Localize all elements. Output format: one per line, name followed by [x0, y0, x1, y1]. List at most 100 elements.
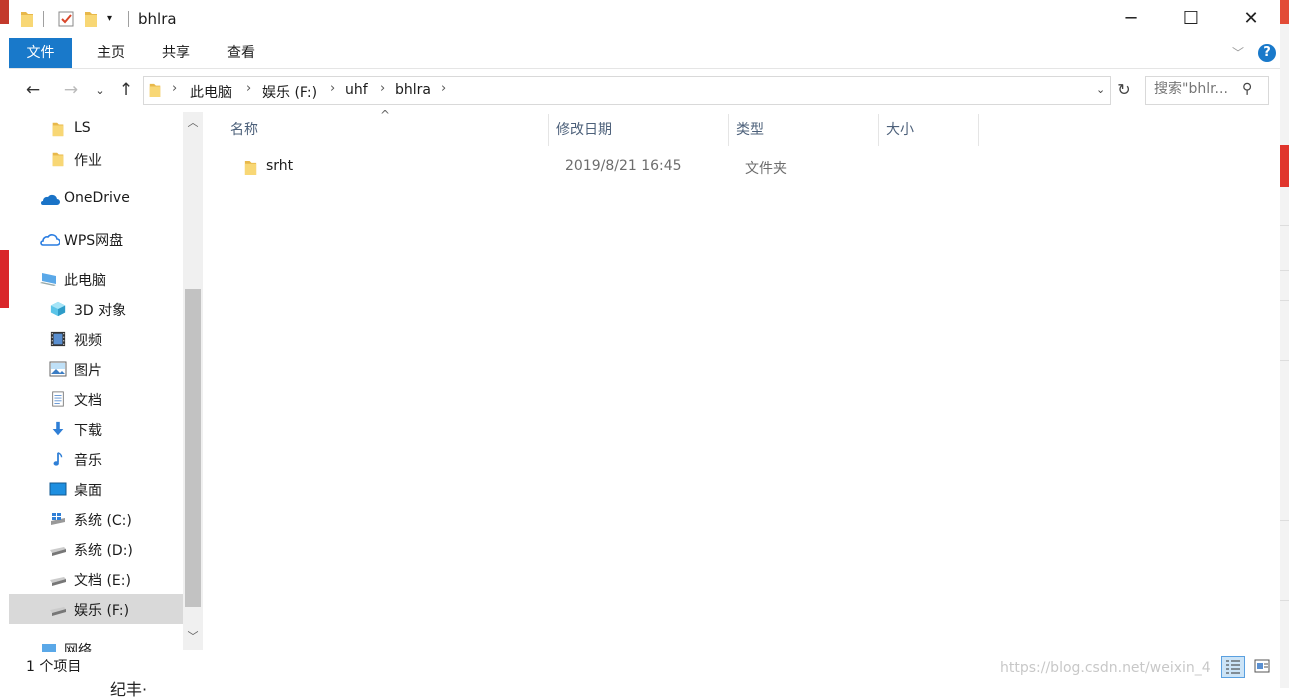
folder-icon [244, 160, 257, 175]
nav-item-this-pc[interactable]: 此电脑 [9, 264, 183, 294]
nav-item-drive-c[interactable]: 系统 (C:) [9, 504, 183, 534]
column-header-name[interactable]: 名称 [230, 112, 258, 146]
search-icon[interactable]: ⚲ [1242, 81, 1252, 97]
drive-icon [50, 547, 66, 556]
nav-item-wps-cloud[interactable]: WPS网盘 [9, 224, 183, 254]
file-type: 文件夹 [745, 161, 787, 177]
breadcrumb-this-pc[interactable]: 此电脑 [190, 82, 232, 102]
folder-icon [21, 12, 33, 27]
nav-item-documents[interactable]: 文档 [9, 384, 183, 414]
new-folder-icon[interactable] [83, 10, 99, 28]
wps-cloud-icon [40, 234, 60, 246]
nav-item-label: 文档 (E:) [74, 573, 131, 589]
refresh-icon[interactable]: ↻ [1113, 76, 1135, 103]
nav-item-label: 系统 (C:) [74, 513, 132, 529]
tab-view[interactable]: 查看 [217, 38, 265, 68]
column-header-size[interactable]: 大小 [886, 112, 914, 146]
back-arrow-icon[interactable]: ← [23, 80, 43, 100]
nav-item-label: 作业 [74, 153, 102, 169]
folder-icon [52, 122, 64, 137]
maximize-button[interactable]: ☐ [1161, 0, 1221, 38]
forward-arrow-icon[interactable]: → [61, 80, 81, 100]
nav-item-drive-f[interactable]: 娱乐 (F:) [9, 594, 183, 624]
details-view-icon [1226, 660, 1240, 674]
address-history-chevron-icon[interactable]: ⌄ [1096, 83, 1105, 96]
search-box[interactable]: ⚲ [1145, 76, 1269, 105]
nav-item-pictures[interactable]: 图片 [9, 354, 183, 384]
tab-home[interactable]: 主页 [87, 38, 135, 68]
watermark: https://blog.csdn.net/weixin_4 [1000, 660, 1211, 676]
search-input[interactable] [1154, 81, 1242, 97]
nav-item-label: 视频 [74, 333, 102, 349]
up-arrow-icon[interactable]: ↑ [116, 80, 136, 100]
file-name: srht [266, 158, 294, 174]
breadcrumb-bhlra[interactable]: bhlra [395, 82, 431, 98]
large-icons-view-button[interactable] [1251, 656, 1273, 676]
nav-item-homework[interactable]: 作业 [9, 144, 183, 174]
breadcrumb-separator-icon[interactable]: › [172, 81, 177, 96]
drive-icon [50, 577, 66, 586]
onedrive-icon [41, 194, 60, 205]
scroll-up-chevron-icon[interactable]: ︿ [183, 114, 203, 134]
tab-file[interactable]: 文件 [9, 38, 72, 68]
nav-item-ls[interactable]: LS [9, 114, 183, 144]
expand-ribbon-chevron-icon[interactable]: ﹀ [1232, 44, 1248, 60]
nav-item-onedrive[interactable]: OneDrive [9, 184, 183, 214]
details-view-button[interactable] [1221, 656, 1245, 678]
nav-item-music[interactable]: 音乐 [9, 444, 183, 474]
file-modified: 2019/8/21 16:45 [565, 158, 682, 174]
nav-item-label: 文档 [74, 393, 102, 409]
column-header-type[interactable]: 类型 [736, 112, 764, 146]
folder-icon [52, 152, 64, 167]
breadcrumb-separator-icon[interactable]: › [246, 81, 251, 96]
ribbon-tabs: 文件 主页 共享 查看 ﹀ ? [9, 38, 1280, 69]
nav-item-network[interactable]: 网络 [9, 634, 183, 652]
scrollbar-thumb[interactable] [185, 289, 201, 607]
breadcrumb-drive-f[interactable]: 娱乐 (F:) [262, 82, 317, 102]
folder-icon [149, 83, 161, 97]
nav-item-label: WPS网盘 [64, 233, 124, 249]
breadcrumb-separator-icon[interactable]: › [380, 81, 385, 96]
music-icon [53, 452, 63, 466]
navigation-pane-scrollbar[interactable]: ︿ ﹀ [183, 112, 203, 650]
navigation-bar: ← → ⌄ ↑ › 此电脑 › 娱乐 (F:) › uhf › bhlra › … [9, 70, 1280, 110]
help-icon[interactable]: ? [1258, 44, 1276, 62]
breadcrumb-separator-icon[interactable]: › [441, 81, 446, 96]
address-bar[interactable]: › 此电脑 › 娱乐 (F:) › uhf › bhlra › ⌄ [143, 76, 1111, 105]
column-header-modified[interactable]: 修改日期 [556, 112, 612, 146]
pictures-icon [49, 361, 67, 377]
desktop-icon [49, 482, 67, 496]
nav-item-videos[interactable]: 视频 [9, 324, 183, 354]
nav-item-label: 桌面 [74, 483, 102, 499]
minimize-button[interactable]: ─ [1101, 0, 1161, 38]
background-text: 纪丰· [110, 680, 148, 699]
nav-item-3d-objects[interactable]: 3D 对象 [9, 294, 183, 324]
tab-share[interactable]: 共享 [152, 38, 200, 68]
scroll-down-chevron-icon[interactable]: ﹀ [183, 628, 203, 648]
nav-item-desktop[interactable]: 桌面 [9, 474, 183, 504]
maximize-icon: ☐ [1182, 8, 1200, 29]
minimize-icon: ─ [1125, 8, 1137, 29]
background-window-right-strip [1280, 0, 1289, 688]
breadcrumb-separator-icon[interactable]: › [330, 81, 335, 96]
properties-icon[interactable] [57, 10, 75, 28]
download-icon [52, 421, 64, 436]
nav-item-drive-e[interactable]: 文档 (E:) [9, 564, 183, 594]
customize-toolbar-chevron-icon[interactable]: ▾ [107, 13, 112, 31]
navigation-pane: LS 作业 OneDrive WPS网盘 此电脑 3D 对象 视频 图片 文档 … [9, 112, 203, 652]
file-explorer-window: ▾ bhlra ─ ☐ ✕ 文件 主页 共享 查看 ﹀ ? ← → ⌄ ↑ › … [9, 0, 1280, 688]
breadcrumb-uhf[interactable]: uhf [345, 82, 368, 98]
nav-item-label: 音乐 [74, 453, 102, 469]
nav-item-label: OneDrive [64, 190, 130, 206]
large-icons-view-icon [1254, 659, 1270, 673]
background-window-left-strip [0, 0, 9, 688]
recent-locations-chevron-icon[interactable]: ⌄ [93, 84, 107, 104]
title-bar: ▾ bhlra ─ ☐ ✕ [9, 0, 1280, 38]
system-drive-icon [51, 513, 65, 525]
nav-item-drive-d[interactable]: 系统 (D:) [9, 534, 183, 564]
nav-item-label: 网络 [64, 643, 92, 652]
nav-item-label: 此电脑 [64, 273, 106, 289]
close-button[interactable]: ✕ [1221, 0, 1281, 38]
nav-item-downloads[interactable]: 下载 [9, 414, 183, 444]
close-icon: ✕ [1243, 8, 1259, 29]
